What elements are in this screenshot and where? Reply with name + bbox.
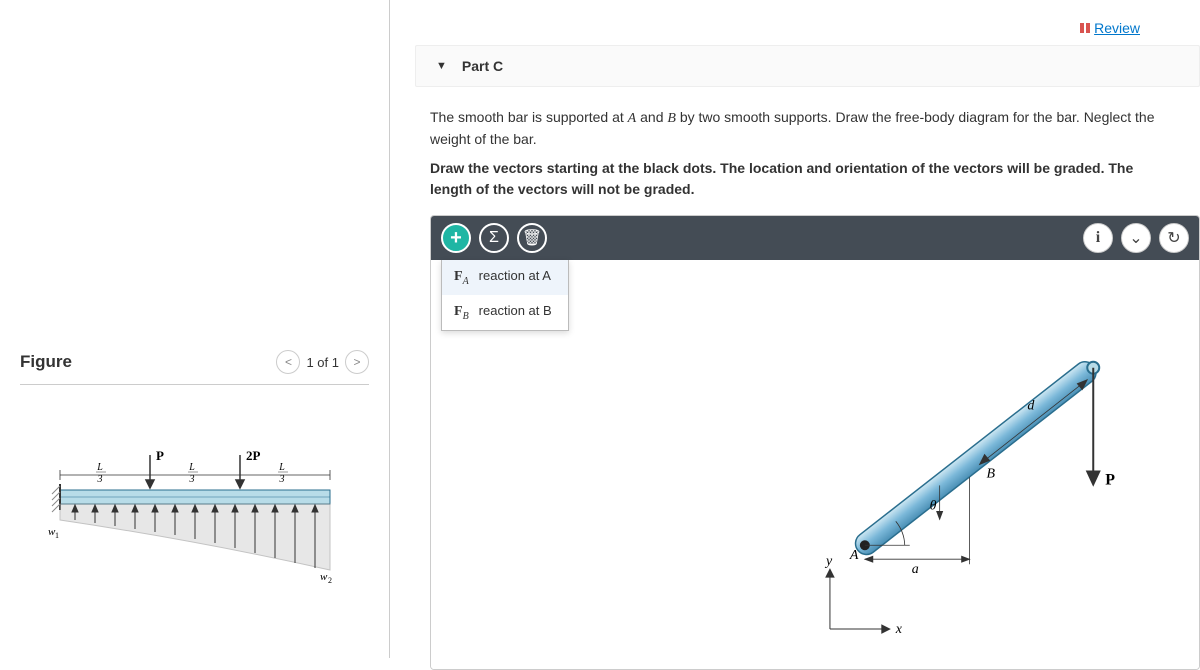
caret-down-icon: ▼ (436, 60, 447, 72)
figure-title: Figure (20, 352, 72, 372)
info-button[interactable]: i (1083, 223, 1113, 253)
theta-label: θ (930, 498, 937, 513)
figure-counter: 1 of 1 (306, 355, 339, 370)
svg-text:L: L (96, 462, 103, 473)
review-link[interactable]: Review (1080, 20, 1140, 36)
dim-d-label: d (1027, 399, 1035, 414)
dim-a-label: a (912, 562, 919, 577)
drawing-area[interactable]: + Σ 🗑 i ⌄ ↻ FA reaction at A FB reaction… (430, 215, 1200, 670)
delete-button[interactable]: 🗑 (517, 223, 547, 253)
dropdown-label: reaction at B (479, 303, 552, 318)
svg-text:2P: 2P (246, 448, 261, 463)
review-label: Review (1094, 20, 1140, 36)
figure-nav: < 1 of 1 > (276, 350, 369, 374)
problem-statement: The smooth bar is supported at A and B b… (430, 107, 1170, 200)
svg-text:3: 3 (189, 474, 195, 485)
figure-image: w 1 w 2 P 2P L (40, 420, 350, 600)
part-label: Part C (462, 58, 503, 74)
svg-text:1: 1 (55, 531, 59, 540)
dropdown-item-fb[interactable]: FB reaction at B (442, 295, 568, 330)
pause-icon (1080, 23, 1090, 33)
load-p-label: P (1105, 471, 1115, 488)
sigma-button[interactable]: Σ (479, 223, 509, 253)
dropdown-label: reaction at A (479, 268, 551, 283)
svg-text:2: 2 (328, 576, 332, 585)
svg-text:3: 3 (279, 474, 285, 485)
figure-next-button[interactable]: > (345, 350, 369, 374)
svg-text:P: P (156, 448, 164, 463)
svg-text:3: 3 (97, 474, 103, 485)
point-a-label: A (849, 548, 859, 563)
svg-text:w: w (320, 571, 328, 583)
chevron-down-button[interactable]: ⌄ (1121, 223, 1151, 253)
reset-button[interactable]: ↻ (1159, 223, 1189, 253)
axis-x-label: x (895, 622, 903, 637)
svg-text:L: L (278, 462, 285, 473)
axis-y-label: y (824, 554, 833, 569)
vector-dropdown: FA reaction at A FB reaction at B (441, 260, 569, 331)
add-vector-button[interactable]: + (441, 223, 471, 253)
point-b-label: B (987, 466, 996, 481)
svg-text:L: L (188, 462, 195, 473)
figure-prev-button[interactable]: < (276, 350, 300, 374)
drawing-toolbar: + Σ 🗑 i ⌄ ↻ (431, 216, 1199, 260)
part-header[interactable]: ▼ Part C (415, 45, 1200, 87)
dropdown-item-fa[interactable]: FA reaction at A (442, 260, 568, 295)
